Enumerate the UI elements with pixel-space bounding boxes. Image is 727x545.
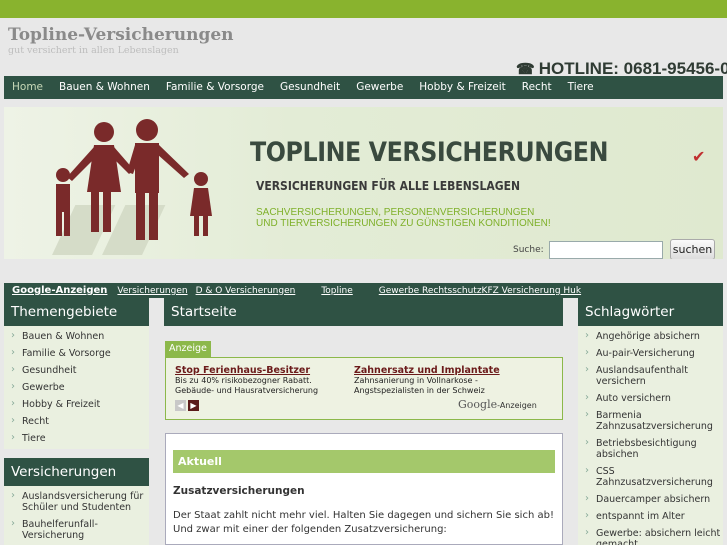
ad-title[interactable]: Stop Ferienhaus-Besitzer [175, 365, 345, 376]
family-figures-icon [52, 119, 212, 255]
sidebar-item[interactable]: Familie & Vorsorge [4, 345, 149, 362]
main-nav: Home Bauen & Wohnen Familie & Vorsorge G… [4, 76, 723, 99]
sidebar-item[interactable]: Gewerbe [4, 379, 149, 396]
ads-link[interactable]: Gewerbe Rechtsschutz [375, 286, 482, 296]
ads-link[interactable]: KFZ Versicherung Huk [482, 286, 586, 296]
next-arrow-icon[interactable]: ▶ [188, 400, 199, 411]
search-input[interactable] [549, 241, 663, 259]
tag-item[interactable]: Barmenia Zahnzusatzversicherung [578, 407, 723, 435]
sidebar-item[interactable]: Gesundheit [4, 362, 149, 379]
tag-item[interactable]: Auslandsaufenthalt versichern [578, 362, 723, 390]
tag-item[interactable]: Au-pair-Versicherung [578, 345, 723, 362]
nav-item-hobby-freizeit[interactable]: Hobby & Freizeit [411, 76, 513, 99]
sidebar-item[interactable]: Hobby & Freizeit [4, 396, 149, 413]
tag-item[interactable]: Betriebsbesichtigung absichen [578, 435, 723, 463]
sidebar-heading: Schlagwörter [578, 298, 723, 326]
banner-title: TOPLINE VERSICHERUNGEN [250, 137, 609, 168]
nav-item-gewerbe[interactable]: Gewerbe [348, 76, 411, 99]
sidebar-item[interactable]: Bauen & Wohnen [4, 328, 149, 345]
ads-box: Stop Ferienhaus-Besitzer Bis zu 40% risi… [165, 357, 563, 420]
tag-item[interactable]: Auto versichern [578, 390, 723, 407]
google-ads-suffix: -Anzeigen [497, 401, 537, 410]
header-banner: TOPLINE VERSICHERUNGEN ✔ VERSICHERUNGEN … [4, 107, 723, 259]
banner-subtitle: VERSICHERUNGEN FÜR ALLE LEBENSLAGEN [256, 179, 521, 193]
sidebar-item[interactable]: Bauhelferunfall-Versicherung [4, 516, 149, 544]
sidebar-versicherungen: Versicherungen Auslandsversicherung für … [4, 458, 149, 545]
prev-arrow-icon[interactable]: ◀ [175, 400, 186, 411]
ads-link[interactable]: Versicherungen [113, 286, 191, 296]
ad-item: Zahnersatz und Implantate Zahnsanierung … [354, 365, 544, 396]
google-ads-bar: Google-Anzeigen Versicherungen D & O Ver… [4, 283, 723, 298]
ads-link[interactable]: D & O Versicherungen [192, 286, 300, 296]
page-title: Startseite [164, 298, 563, 326]
article-paragraph: Der Staat zahlt nicht mehr viel. Halten … [173, 510, 554, 521]
banner-line-2: UND TIERVERSICHERUNGEN ZU GÜNSTIGEN KOND… [256, 218, 551, 229]
site-tagline: gut versichert in allen Lebenslagen [8, 45, 179, 56]
sidebar-item[interactable]: Tiere [4, 430, 149, 447]
article-title[interactable]: Zusatzversicherungen [173, 485, 305, 497]
sidebar-schlagwoerter: Schlagwörter Angehörige absichern Au-pai… [578, 298, 723, 545]
tag-item[interactable]: Angehörige absichern [578, 328, 723, 345]
site-title[interactable]: Topline-Versicherungen [8, 25, 234, 45]
ad-text: Zahnsanierung in Vollnarkose - Angstspez… [354, 376, 485, 395]
sidebar-themengebiete: Themengebiete Bauen & Wohnen Familie & V… [4, 298, 149, 449]
sidebar-item[interactable]: Recht [4, 413, 149, 430]
main-column: Startseite [164, 298, 563, 326]
ad-pager: ◀ ▶ [175, 400, 199, 411]
nav-item-bauen-wohnen[interactable]: Bauen & Wohnen [51, 76, 158, 99]
sidebar-heading: Versicherungen [4, 458, 149, 486]
sidebar-item[interactable]: Auslandsversicherung für Schüler und Stu… [4, 488, 149, 516]
search-button[interactable]: suchen [670, 239, 715, 259]
google-ads-label[interactable]: Google-Anzeigen [458, 398, 537, 411]
ad-item: Stop Ferienhaus-Besitzer Bis zu 40% risi… [175, 365, 345, 396]
section-title: Aktuell [173, 450, 555, 473]
ad-text: Bis zu 40% risikobezogner Rabatt. Gebäud… [175, 376, 319, 395]
search-label: Suche: [513, 245, 544, 255]
nav-item-tiere[interactable]: Tiere [560, 76, 602, 99]
nav-item-gesundheit[interactable]: Gesundheit [272, 76, 348, 99]
tag-item[interactable]: CSS Zahnzusatzversicherung [578, 463, 723, 491]
nav-item-home[interactable]: Home [4, 76, 51, 99]
ads-bar-label[interactable]: Google-Anzeigen [4, 285, 113, 296]
tag-item[interactable]: Gewerbe: absichern leicht gemacht [578, 525, 723, 545]
tag-item[interactable]: entspannt im Alter [578, 508, 723, 525]
ads-tab: Anzeige [165, 341, 211, 357]
ad-title[interactable]: Zahnersatz und Implantate [354, 365, 544, 376]
tag-item[interactable]: Dauercamper absichern [578, 491, 723, 508]
top-accent-bar [0, 0, 727, 18]
content-box: Aktuell Zusatzversicherungen Der Staat z… [165, 433, 563, 545]
article-paragraph: Und zwar mit einer der folgenden Zusatzv… [173, 524, 447, 535]
checkmark-icon: ✔ [692, 147, 706, 166]
nav-item-familie-vorsorge[interactable]: Familie & Vorsorge [158, 76, 272, 99]
banner-line-1: SACHVERSICHERUNGEN, PERSONENVERSICHERUNG… [256, 207, 535, 218]
nav-item-recht[interactable]: Recht [514, 76, 560, 99]
google-logo: Google [458, 398, 498, 411]
sidebar-heading: Themengebiete [4, 298, 149, 326]
ads-link[interactable]: Topline [317, 286, 356, 296]
